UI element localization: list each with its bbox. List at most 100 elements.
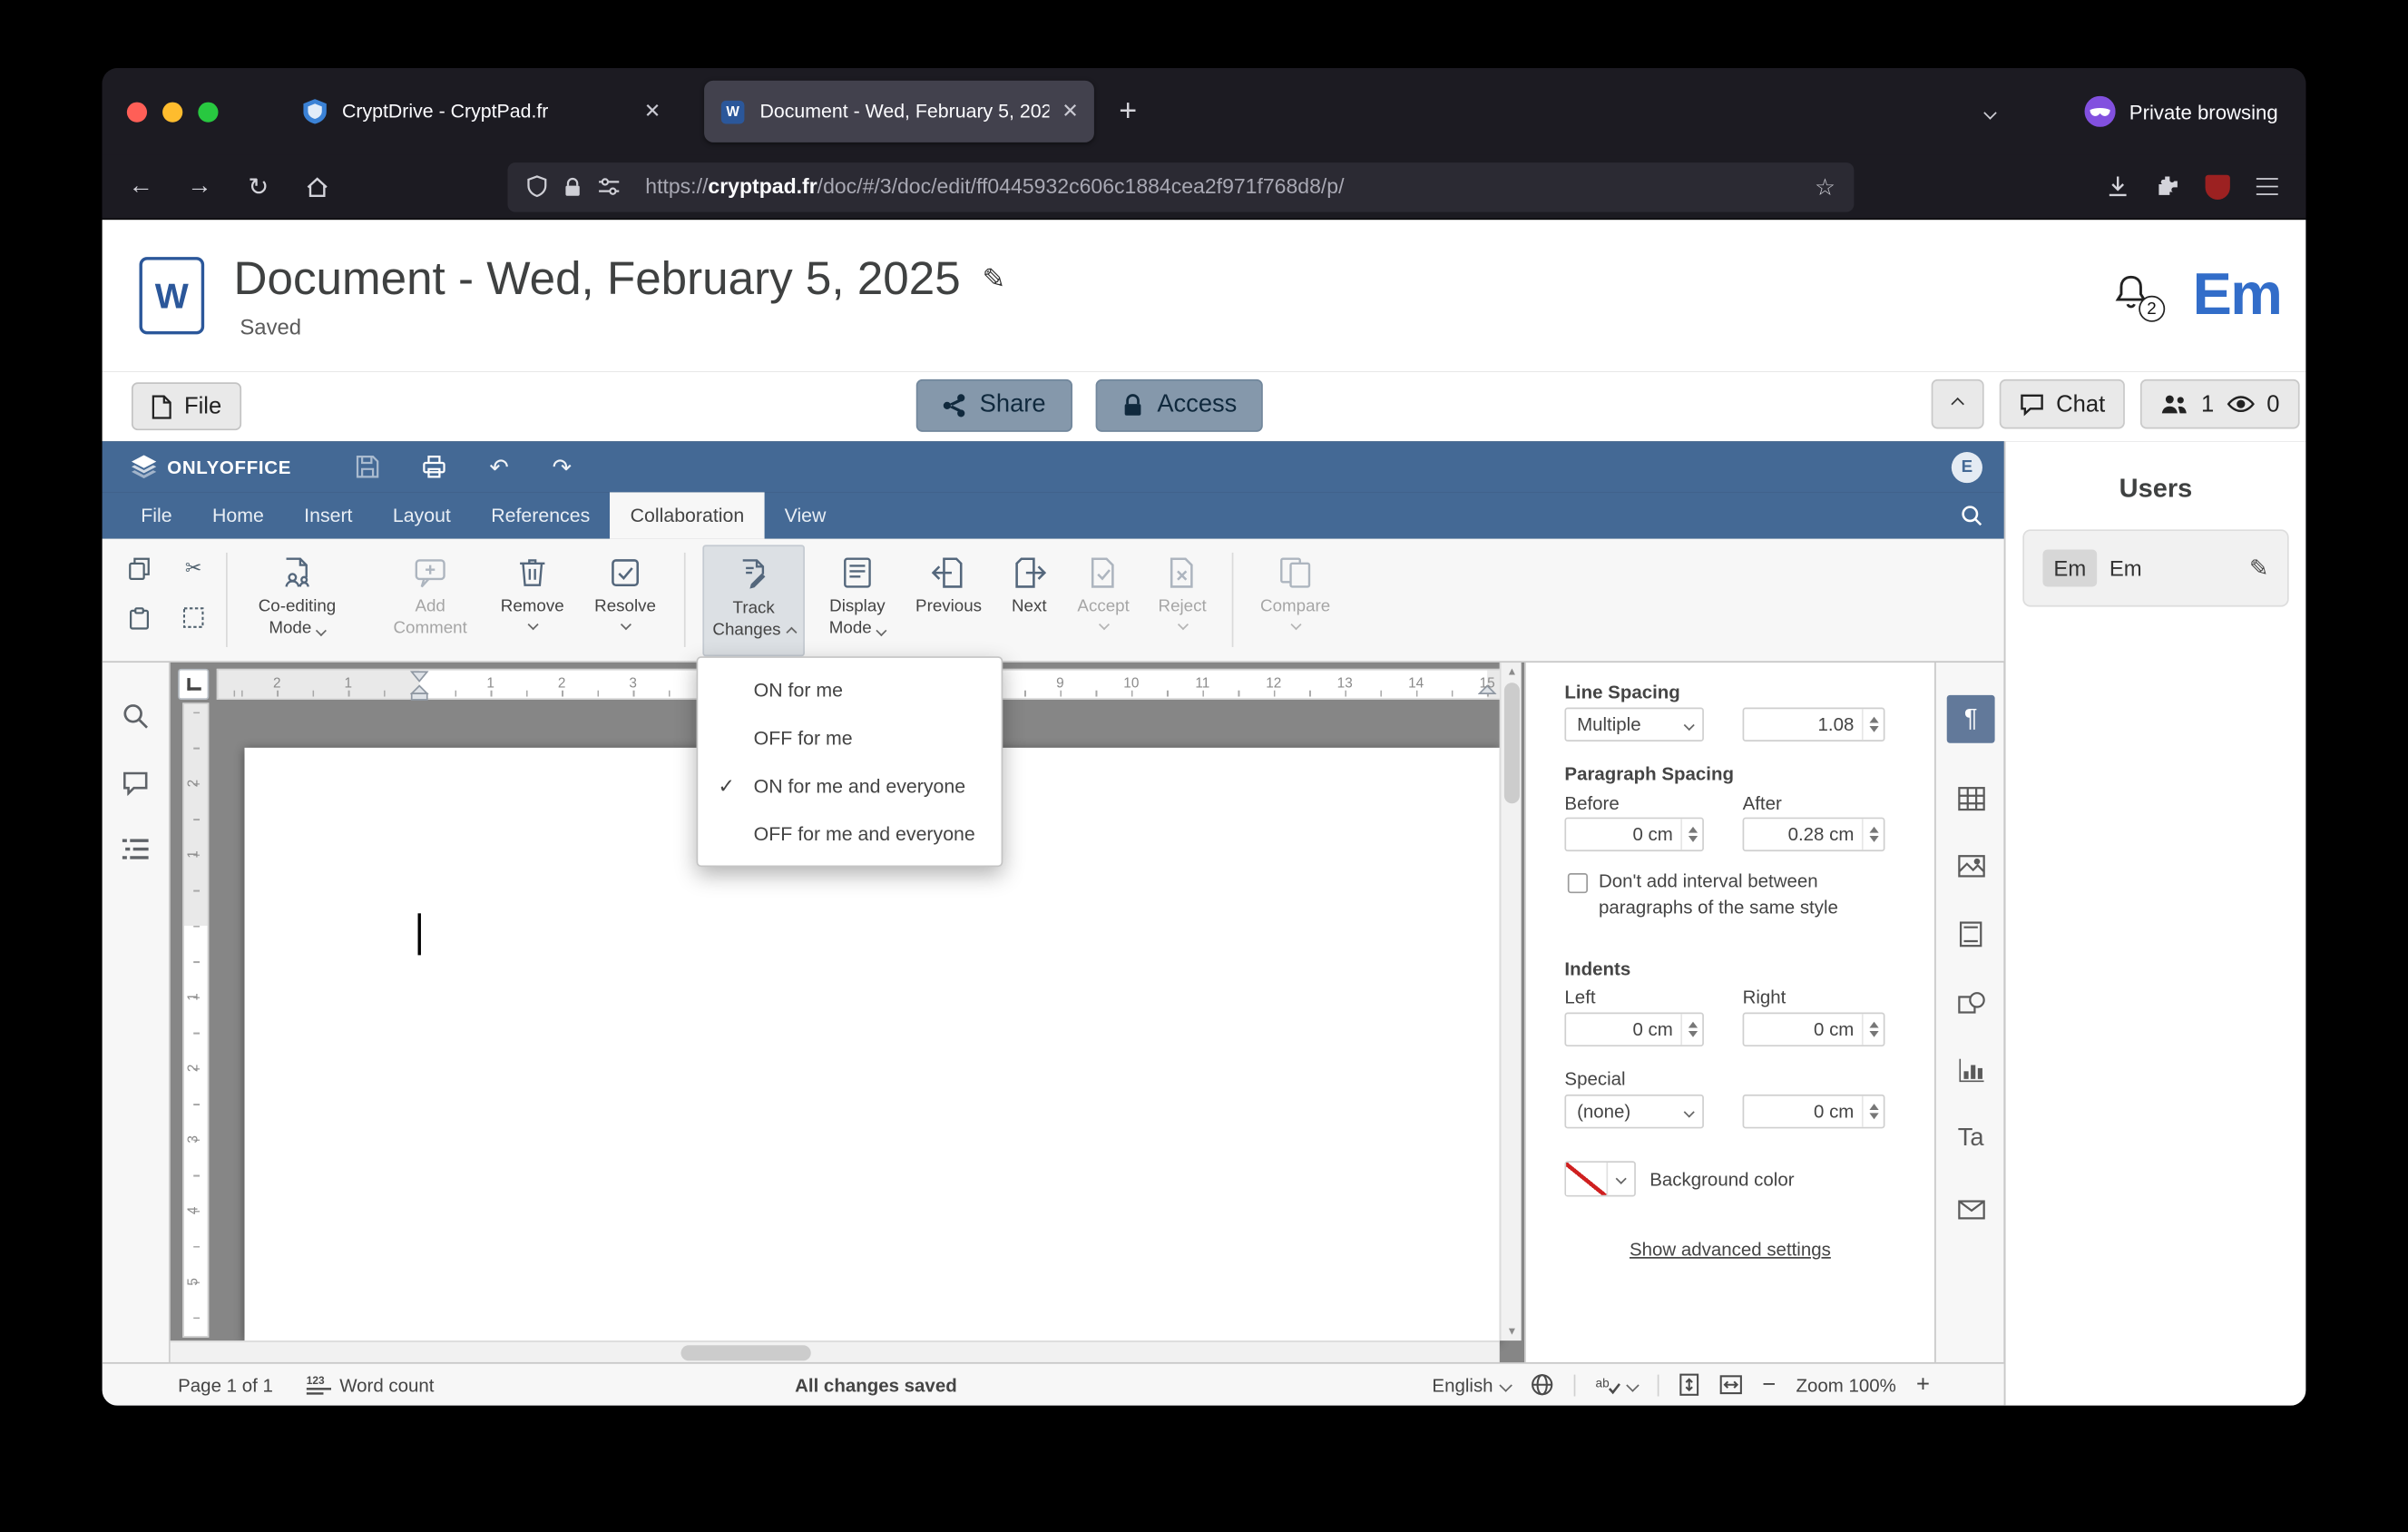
menu-hamburger-icon[interactable]: [2256, 177, 2278, 196]
menu-item-on-for-me[interactable]: ON for me: [698, 665, 1001, 713]
tracking-shield-icon[interactable]: [526, 175, 548, 199]
special-select[interactable]: (none): [1564, 1094, 1704, 1129]
mail-merge-icon[interactable]: [1947, 1186, 1995, 1234]
spinner-arrows[interactable]: [1861, 819, 1884, 850]
chat-button[interactable]: Chat: [1999, 378, 2126, 429]
new-tab-button[interactable]: +: [1119, 93, 1137, 129]
horizontal-scrollbar[interactable]: [170, 1340, 1500, 1362]
search-icon[interactable]: [1961, 505, 1982, 526]
maximize-window-button[interactable]: [198, 101, 219, 122]
spinner-arrows[interactable]: [1861, 1014, 1884, 1046]
scrollbar-thumb[interactable]: [680, 1345, 811, 1361]
tab-stop-selector[interactable]: [178, 668, 210, 700]
compare-button[interactable]: Compare: [1248, 545, 1344, 656]
remove-comment-button[interactable]: Remove: [489, 545, 576, 656]
previous-change-button[interactable]: Previous: [907, 545, 991, 656]
cut-icon[interactable]: ✂: [176, 551, 210, 585]
shape-settings-icon[interactable]: [1947, 978, 1995, 1026]
edit-title-pencil-icon[interactable]: ✎: [983, 263, 1006, 296]
next-change-button[interactable]: Next: [994, 545, 1064, 656]
spinner-arrows[interactable]: [1680, 1014, 1702, 1046]
scroll-up-arrow[interactable]: ▲: [1501, 663, 1522, 681]
ublock-origin-icon[interactable]: [2205, 173, 2230, 200]
user-list-button[interactable]: 1 0: [2140, 378, 2300, 429]
scrollbar-thumb[interactable]: [1503, 683, 1520, 804]
tab-document-active[interactable]: W Document - Wed, February 5, 2025 ✕: [704, 80, 1094, 142]
menu-item-on-for-everyone[interactable]: ✓ ON for me and everyone: [698, 761, 1001, 810]
no-interval-checkbox[interactable]: [1567, 872, 1589, 894]
reload-button[interactable]: ↻: [235, 163, 281, 210]
vertical-ruler[interactable]: 21123456: [182, 702, 210, 1338]
vertical-scrollbar[interactable]: ▲ ▼: [1499, 663, 1522, 1341]
redo-icon[interactable]: ↷: [553, 453, 572, 481]
zoom-in-button[interactable]: +: [1916, 1371, 1930, 1398]
text-art-settings-icon[interactable]: Ta: [1947, 1115, 1995, 1163]
close-tab-icon[interactable]: ✕: [644, 99, 661, 123]
set-language-globe-icon[interactable]: [1530, 1373, 1553, 1397]
tab-insert[interactable]: Insert: [284, 492, 373, 538]
close-tab-icon[interactable]: ✕: [1062, 99, 1079, 123]
notifications-bell[interactable]: 2: [2112, 274, 2165, 322]
reject-button[interactable]: Reject: [1145, 545, 1219, 656]
fit-page-icon[interactable]: [1679, 1373, 1698, 1397]
forward-button[interactable]: →: [176, 163, 222, 210]
track-changes-button[interactable]: Track Changes: [702, 545, 805, 657]
file-button[interactable]: File: [131, 382, 242, 431]
tab-cryptdrive[interactable]: CryptDrive - CryptPad.fr ✕: [287, 81, 677, 142]
spinner-arrows[interactable]: [1680, 819, 1702, 850]
lock-icon[interactable]: [563, 176, 582, 198]
page-indicator[interactable]: Page 1 of 1: [178, 1374, 273, 1396]
resolve-button[interactable]: Resolve: [582, 545, 669, 656]
tab-view[interactable]: View: [764, 492, 846, 538]
fit-width-icon[interactable]: [1719, 1375, 1743, 1395]
line-spacing-select[interactable]: Multiple: [1564, 707, 1704, 742]
word-count-button[interactable]: 123 Word count: [307, 1374, 435, 1396]
list-all-tabs-icon[interactable]: [1983, 97, 1997, 125]
edit-name-pencil-icon[interactable]: ✎: [2249, 555, 2268, 582]
header-footer-settings-icon[interactable]: [1947, 910, 1995, 958]
zoom-out-button[interactable]: −: [1762, 1371, 1776, 1398]
line-spacing-spinner[interactable]: 1.08: [1742, 707, 1885, 742]
spacing-after-spinner[interactable]: 0.28 cm: [1742, 817, 1885, 852]
accept-button[interactable]: Accept: [1064, 545, 1141, 656]
indent-left-spinner[interactable]: 0 cm: [1564, 1012, 1704, 1047]
spacing-before-spinner[interactable]: 0 cm: [1564, 817, 1704, 852]
spinner-arrows[interactable]: [1861, 1095, 1884, 1127]
copy-icon[interactable]: [122, 551, 157, 585]
back-button[interactable]: ←: [118, 163, 164, 210]
zoom-level[interactable]: Zoom 100%: [1796, 1374, 1895, 1396]
image-settings-icon[interactable]: [1947, 842, 1995, 890]
menu-item-off-for-everyone[interactable]: OFF for me and everyone: [698, 810, 1001, 858]
tab-layout[interactable]: Layout: [373, 492, 471, 538]
tab-home[interactable]: Home: [192, 492, 284, 538]
permissions-icon[interactable]: [597, 176, 621, 196]
share-button[interactable]: Share: [915, 378, 1072, 432]
coediting-mode-button[interactable]: Co-editing Mode: [244, 545, 349, 656]
home-button[interactable]: [294, 163, 340, 210]
menu-item-off-for-me[interactable]: OFF for me: [698, 713, 1001, 761]
spell-check-toggle[interactable]: ab: [1595, 1374, 1640, 1396]
tab-collaboration[interactable]: Collaboration: [610, 492, 765, 539]
select-all-icon[interactable]: [176, 601, 210, 635]
close-window-button[interactable]: [126, 101, 148, 122]
comments-icon[interactable]: [122, 771, 149, 796]
bookmark-star-icon[interactable]: ☆: [1815, 172, 1835, 201]
user-avatar[interactable]: Em: [2193, 262, 2283, 329]
url-bar[interactable]: https://cryptpad.fr/doc/#/3/doc/edit/ff0…: [507, 162, 1855, 211]
extensions-icon[interactable]: [2156, 175, 2179, 199]
downloads-icon[interactable]: [2106, 175, 2129, 199]
document-title[interactable]: Document - Wed, February 5, 2025: [234, 253, 961, 306]
background-color-picker[interactable]: [1564, 1161, 1636, 1197]
spinner-arrows[interactable]: [1861, 709, 1884, 741]
language-selector[interactable]: English: [1432, 1374, 1512, 1396]
indent-right-spinner[interactable]: 0 cm: [1742, 1012, 1885, 1047]
navigation-icon[interactable]: [122, 838, 149, 861]
print-icon[interactable]: [423, 455, 446, 478]
add-comment-button[interactable]: Add Comment: [381, 545, 480, 656]
editor-user-badge[interactable]: E: [1951, 451, 1982, 483]
scroll-down-arrow[interactable]: ▼: [1501, 1322, 1522, 1340]
access-button[interactable]: Access: [1095, 378, 1264, 432]
display-mode-button[interactable]: Display Mode: [811, 545, 904, 656]
paste-icon[interactable]: [122, 601, 157, 635]
paragraph-settings-icon[interactable]: ¶: [1946, 694, 1995, 743]
